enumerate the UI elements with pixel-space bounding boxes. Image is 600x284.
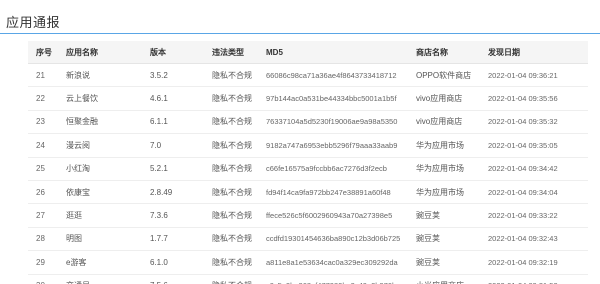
table-row: 26 依康宝 2.8.49 隐私不合规 fd94f14ca9fa972bb247…	[28, 180, 588, 205]
cell-date: 2022-01-04 09:32:19	[480, 250, 588, 275]
col-header-app-name: 应用名称	[58, 41, 142, 64]
page-header: 应用通报	[0, 0, 600, 34]
cell-num: 24	[28, 133, 58, 158]
cell-violation-type: 隐私不合规	[204, 110, 258, 135]
table-header-row: 序号 应用名称 版本 违法类型 MD5 商店名称 发现日期	[28, 41, 588, 64]
cell-store: OPPO软件商店	[408, 63, 480, 88]
cell-violation-type: 隐私不合规	[204, 203, 258, 228]
cell-num: 23	[28, 110, 58, 135]
cell-num: 28	[28, 227, 58, 252]
cell-version: 3.5.2	[142, 63, 204, 88]
cell-date: 2022-01-04 09:35:56	[480, 86, 588, 111]
cell-app-name: 恒聚金融	[58, 110, 142, 135]
cell-app-name: e游客	[58, 250, 142, 275]
cell-md5: c0c5a9be868ef477080ba2c40a2b976b	[258, 274, 408, 284]
col-header-md5: MD5	[258, 41, 408, 64]
cell-date: 2022-01-04 09:32:43	[480, 227, 588, 252]
table-row: 29 e游客 6.1.0 隐私不合规 a811e8a1e53634cac0a32…	[28, 250, 588, 275]
cell-app-name: 小红淘	[58, 157, 142, 181]
cell-date: 2022-01-04 09:33:22	[480, 203, 588, 228]
table-row: 27 逛逛 7.3.6 隐私不合规 ffece526c5f6002960943a…	[28, 203, 588, 228]
cell-date: 2022-01-04 09:36:21	[480, 63, 588, 88]
cell-num: 21	[28, 63, 58, 88]
cell-violation-type: 隐私不合规	[204, 86, 258, 111]
cell-date: 2022-01-04 09:35:32	[480, 110, 588, 135]
cell-violation-type: 隐私不合规	[204, 274, 258, 284]
app-report-page: 应用通报 序号 应用名称 版本 违法类型 MD5 商店名称 发现日期 21 新浪…	[0, 0, 600, 284]
cell-date: 2022-01-04 09:34:42	[480, 157, 588, 181]
cell-version: 6.1.0	[142, 250, 204, 275]
cell-md5: a811e8a1e53634cac0a329ec309292da	[258, 250, 408, 275]
cell-num: 30	[28, 274, 58, 284]
table-row: 25 小红淘 5.2.1 隐私不合规 c66fe16575a9fccbb6ac7…	[28, 157, 588, 181]
cell-date: 2022-01-04 09:31:52	[480, 274, 588, 284]
cell-app-name: 明图	[58, 227, 142, 252]
cell-date: 2022-01-04 09:35:05	[480, 133, 588, 158]
cell-store: 华为应用市场	[408, 157, 480, 181]
table-row: 23 恒聚金融 6.1.1 隐私不合规 76337104a5d5230f1900…	[28, 110, 588, 135]
cell-store: 小米应用商店	[408, 274, 480, 284]
cell-version: 7.0	[142, 133, 204, 158]
page-title: 应用通报	[6, 15, 61, 30]
cell-num: 22	[28, 86, 58, 111]
cell-app-name: 漫云阅	[58, 133, 142, 158]
app-report-table: 序号 应用名称 版本 违法类型 MD5 商店名称 发现日期 21 新浪说 3.5…	[28, 41, 588, 284]
cell-app-name: 交通易	[58, 274, 142, 284]
table-row: 24 漫云阅 7.0 隐私不合规 9182a747a6953ebb5296f79…	[28, 133, 588, 158]
cell-num: 29	[28, 250, 58, 275]
cell-num: 26	[28, 180, 58, 205]
cell-md5: ccdfd19301454636ba890c12b3d06b725	[258, 227, 408, 252]
cell-md5: 76337104a5d5230f19006ae9a98a5350	[258, 110, 408, 135]
cell-version: 4.6.1	[142, 86, 204, 111]
cell-date: 2022-01-04 09:34:04	[480, 180, 588, 205]
cell-app-name: 云上餐饮	[58, 86, 142, 111]
cell-store: 豌豆荚	[408, 227, 480, 252]
col-header-num: 序号	[28, 41, 58, 64]
cell-store: 豌豆荚	[408, 203, 480, 228]
cell-md5: c66fe16575a9fccbb6ac7276d3f2ecb	[258, 157, 408, 181]
col-header-version: 版本	[142, 41, 204, 64]
cell-violation-type: 隐私不合规	[204, 227, 258, 252]
table-row: 28 明图 1.7.7 隐私不合规 ccdfd19301454636ba890c…	[28, 227, 588, 252]
cell-md5: 9182a747a6953ebb5296f79aaa33aab9	[258, 133, 408, 158]
cell-store: 豌豆荚	[408, 250, 480, 275]
cell-store: 华为应用市场	[408, 180, 480, 205]
cell-num: 25	[28, 157, 58, 181]
cell-num: 27	[28, 203, 58, 228]
cell-store: vivo应用商店	[408, 86, 480, 111]
cell-version: 5.2.1	[142, 157, 204, 181]
cell-md5: ffece526c5f6002960943a70a27398e5	[258, 203, 408, 228]
cell-app-name: 逛逛	[58, 203, 142, 228]
col-header-date: 发现日期	[480, 41, 588, 64]
cell-violation-type: 隐私不合规	[204, 63, 258, 88]
cell-md5: 97b144ac0a531be44334bbc5001a1b5f	[258, 86, 408, 111]
col-header-store: 商店名称	[408, 41, 480, 64]
cell-app-name: 依康宝	[58, 180, 142, 205]
table-row: 30 交通易 7.5.6 隐私不合规 c0c5a9be868ef477080ba…	[28, 274, 588, 284]
cell-violation-type: 隐私不合规	[204, 250, 258, 275]
cell-store: 华为应用市场	[408, 133, 480, 158]
cell-version: 6.1.1	[142, 110, 204, 135]
cell-md5: fd94f14ca9fa972bb247e38891a60f48	[258, 180, 408, 205]
cell-md5: 66086c98ca71a36ae4f8643733418712	[258, 63, 408, 88]
col-header-violation-type: 违法类型	[204, 41, 258, 64]
cell-app-name: 新浪说	[58, 63, 142, 88]
table-row: 22 云上餐饮 4.6.1 隐私不合规 97b144ac0a531be44334…	[28, 86, 588, 111]
cell-violation-type: 隐私不合规	[204, 133, 258, 158]
table-row: 21 新浪说 3.5.2 隐私不合规 66086c98ca71a36ae4f86…	[28, 63, 588, 88]
cell-version: 7.5.6	[142, 274, 204, 284]
cell-store: vivo应用商店	[408, 110, 480, 135]
cell-violation-type: 隐私不合规	[204, 180, 258, 205]
cell-version: 1.7.7	[142, 227, 204, 252]
cell-version: 7.3.6	[142, 203, 204, 228]
cell-version: 2.8.49	[142, 180, 204, 205]
cell-violation-type: 隐私不合规	[204, 157, 258, 181]
